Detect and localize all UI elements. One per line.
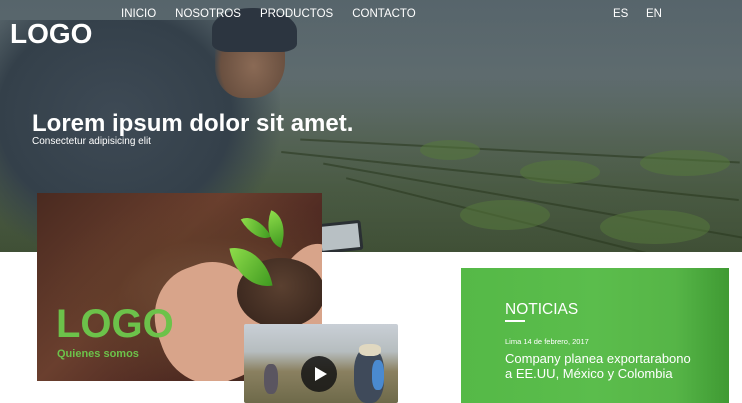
site-logo[interactable]: LOGO <box>10 18 92 50</box>
main-nav: INICIO NOSOTROS PRODUCTOS CONTACTO <box>121 8 435 20</box>
nav-productos[interactable]: PRODUCTOS <box>260 8 333 20</box>
nav-contacto[interactable]: CONTACTO <box>352 8 415 20</box>
news-date: Lima 14 de febrero, 2017 <box>505 337 589 346</box>
news-title: NOTICIAS <box>505 301 579 318</box>
news-panel <box>461 268 729 403</box>
play-icon <box>315 367 327 381</box>
about-link[interactable]: Quienes somos <box>57 348 139 360</box>
hero-title: Lorem ipsum dolor sit amet. <box>32 110 354 137</box>
lang-es[interactable]: ES <box>613 8 628 20</box>
news-headline[interactable]: Company planea exportarabono a EE.UU, Mé… <box>505 351 695 381</box>
lang-en[interactable]: EN <box>646 8 662 20</box>
nav-nosotros[interactable]: NOSOTROS <box>175 8 241 20</box>
play-button[interactable] <box>301 356 337 392</box>
about-logo: LOGO <box>56 302 174 346</box>
news-title-underline <box>505 320 525 322</box>
nav-inicio[interactable]: INICIO <box>121 8 156 20</box>
hero-subtitle: Consectetur adipisicing elit <box>32 136 151 147</box>
